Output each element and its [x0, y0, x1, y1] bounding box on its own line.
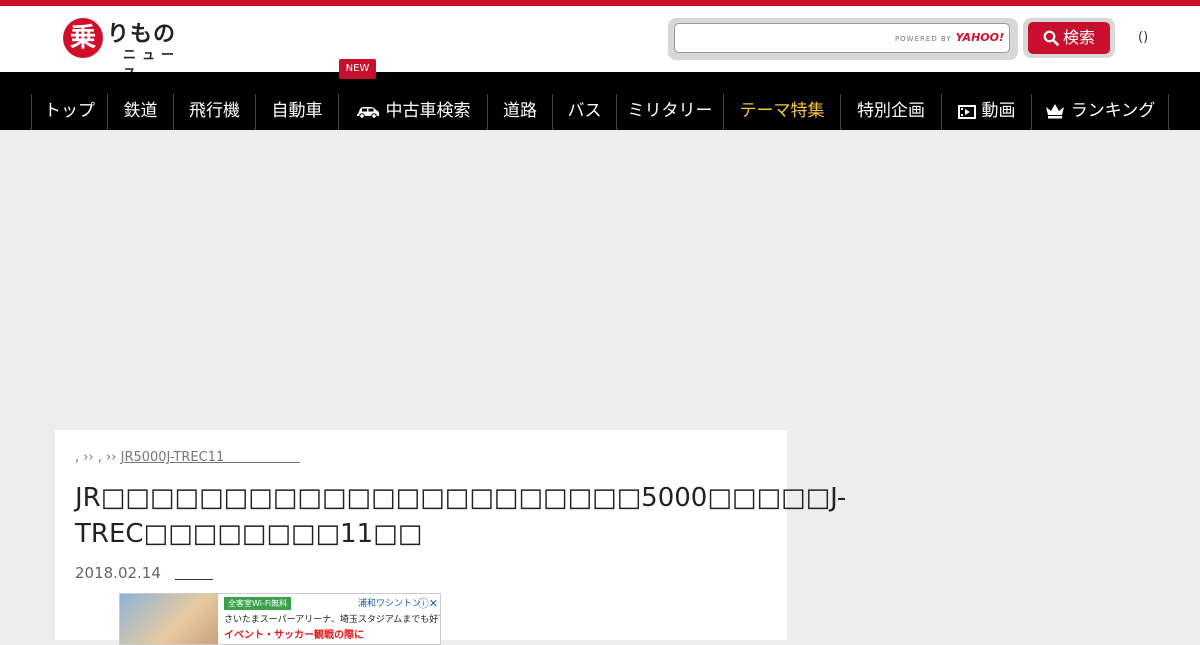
- new-badge: NEW: [339, 59, 376, 79]
- header-paren-text: (): [1138, 30, 1149, 45]
- article-title: JR□□□□□□□□□□□□□□□□□□□□□□5000□□□□□J-TREC□…: [75, 483, 847, 549]
- breadcrumb-link[interactable]: JR5000J-TREC11: [121, 450, 225, 465]
- search-button-wrap: 検索: [1023, 18, 1115, 58]
- nav-item-theme-feature[interactable]: テーマ特集: [723, 94, 840, 130]
- site-logo[interactable]: 乗 りもの ニュース: [63, 16, 193, 82]
- nav-label: 特別企画: [857, 101, 925, 121]
- article-date: 2018.02.14: [75, 564, 213, 582]
- breadcrumb: , ›› , ›› JR5000J-TREC11: [75, 450, 301, 465]
- nav-item-top[interactable]: トップ: [31, 94, 107, 130]
- logo-badge: 乗: [63, 18, 103, 58]
- search-button-label: 検索: [1062, 28, 1095, 47]
- search-icon: [1043, 30, 1059, 46]
- nav-item-bus[interactable]: バス: [552, 94, 616, 130]
- nav-label: テーマ特集: [739, 101, 825, 121]
- nav-item-car[interactable]: 自動車: [255, 94, 338, 130]
- car-icon: [356, 107, 379, 119]
- ad-brand: 浦和ワシントン: [358, 599, 422, 609]
- nav-label: ミリタリー: [627, 101, 713, 121]
- yahoo-logo: YAHOO!: [955, 31, 1004, 44]
- ad-tag: 全客室Wi-Fi無料: [224, 597, 292, 610]
- main-nav: トップ 鉄道 飛行機 自動車 中古車検索 道路 バス ミリタリー テーマ特集 特…: [0, 72, 1200, 130]
- nav-item-used-car-search[interactable]: 中古車検索: [338, 94, 487, 130]
- nav-item-road[interactable]: 道路: [487, 94, 552, 130]
- date-text: 2018.02.14: [75, 564, 161, 582]
- nav-item-ranking[interactable]: ランキング: [1031, 94, 1168, 130]
- breadcrumb-prefix: , ›› , ››: [75, 450, 117, 465]
- video-icon: [957, 105, 976, 119]
- nav-label: トップ: [44, 101, 95, 121]
- site-header: 乗 りもの ニュース: [0, 6, 1200, 82]
- nav-label: ランキング: [1070, 101, 1156, 121]
- nav-item-special-project[interactable]: 特別企画: [840, 94, 941, 130]
- nav-item-military[interactable]: ミリタリー: [616, 94, 723, 130]
- nav-label: 動画: [981, 101, 1016, 121]
- nav-label: 飛行機: [189, 101, 240, 121]
- search-button[interactable]: 検索: [1028, 22, 1110, 54]
- ad-banner[interactable]: 全客室Wi-Fi無料 浦和ワシントン ⓘ✕ さいたまスーパーアリーナ、埼玉スタジ…: [119, 593, 441, 645]
- nav-item-airplane[interactable]: 飛行機: [173, 94, 255, 130]
- nav-label: 自動車: [271, 101, 323, 121]
- crown-icon: [1045, 104, 1064, 119]
- ad-text: さいたまスーパーアリーナ、埼玉スタジアムまでも好アクセス。: [224, 615, 440, 625]
- article-card: , ›› , ›› JR5000J-TREC11 JR□□□□□□□□□□□□□…: [55, 430, 847, 645]
- date-underline: [174, 579, 213, 580]
- ad-close-icon[interactable]: ⓘ✕: [418, 595, 438, 611]
- nav-label: 中古車検索: [385, 101, 471, 121]
- powered-by-label: POWERED BY YAHOO!: [894, 31, 1004, 44]
- breadcrumb-underline: [224, 462, 301, 463]
- nav-divider: [1168, 94, 1169, 130]
- nav-item-railway[interactable]: 鉄道: [107, 94, 173, 130]
- search-box: POWERED BY YAHOO!: [668, 18, 1018, 60]
- ad-image: [120, 594, 218, 644]
- nav-label: バス: [567, 101, 602, 121]
- nav-item-video[interactable]: 動画: [941, 94, 1031, 130]
- nav-label: 鉄道: [123, 101, 158, 121]
- ad-text-highlight: イベント・サッカー観戦の際に: [224, 630, 364, 641]
- nav-label: 道路: [503, 101, 537, 121]
